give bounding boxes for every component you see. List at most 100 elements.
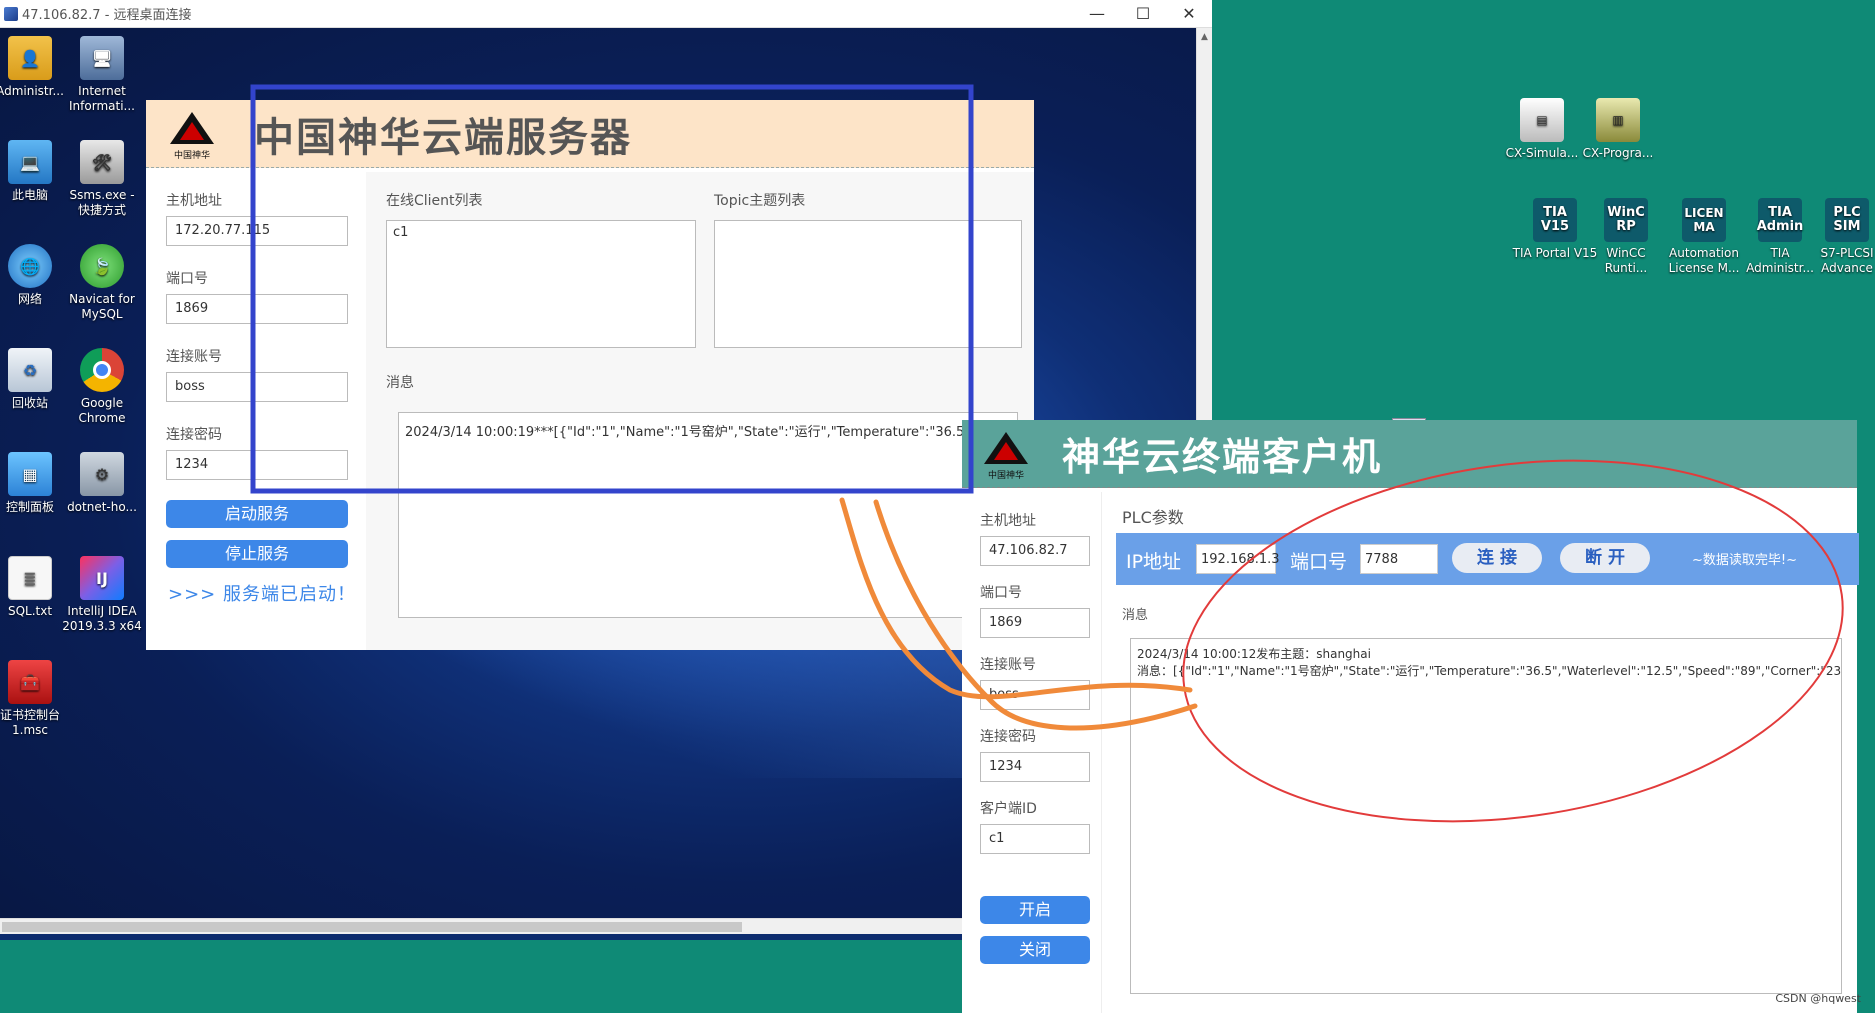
desktop-icon-tia-admin[interactable]: TIA Admin TIA Administr... xyxy=(1738,198,1822,276)
wincc-icon: WinC RP xyxy=(1604,198,1648,242)
cx-simulator-icon: ▤ xyxy=(1520,98,1564,142)
license-manager-icon: LICEN MA xyxy=(1682,198,1726,242)
client-port-label: 端口号 xyxy=(980,585,1022,601)
topics-list[interactable] xyxy=(714,220,1022,348)
client-message-line: 2024/3/14 10:00:12发布主题：shanghai xyxy=(1137,647,1371,661)
close-client-button[interactable]: 关闭 xyxy=(980,936,1090,964)
maximize-button[interactable]: ☐ xyxy=(1120,0,1166,28)
server-header: 中国神华 中国神华云端服务器 xyxy=(146,100,1034,168)
client-account-label: 连接账号 xyxy=(980,657,1036,673)
port-label: 端口号 xyxy=(166,271,208,287)
start-service-button[interactable]: 启动服务 xyxy=(166,500,348,528)
intellij-icon: IJ xyxy=(80,556,124,600)
desktop-icon-iis[interactable]: 🖥 Internet Informati... xyxy=(62,36,142,114)
cx-programmer-icon: ▥ xyxy=(1596,98,1640,142)
recycle-bin-icon: ♻ xyxy=(8,348,52,392)
client-password-label: 连接密码 xyxy=(980,729,1036,745)
desktop-icon-license-manager[interactable]: LICEN MA Automation License M... xyxy=(1660,198,1748,276)
watermark: CSDN @hqwest xyxy=(1775,992,1861,1005)
plc-ip-input[interactable]: 192.168.1.3 xyxy=(1196,544,1280,574)
topics-list-label: Topic主题列表 xyxy=(714,193,806,209)
desktop-icon-control-panel[interactable]: ▦ 控制面板 xyxy=(0,452,70,515)
client-message-line: 消息：[{"Id":"1","Name":"1号窑炉","State":"运行"… xyxy=(1137,664,1842,678)
close-button[interactable]: ✕ xyxy=(1166,0,1212,28)
control-panel-icon: ▦ xyxy=(8,452,52,496)
iis-manager-icon: 🖥 xyxy=(80,36,124,80)
client-host-label: 主机地址 xyxy=(980,513,1036,529)
client-host-input[interactable]: 47.106.82.7 xyxy=(980,536,1090,566)
shenhua-logo-icon: 中国神华 xyxy=(166,108,218,161)
plc-port-input[interactable]: 7788 xyxy=(1360,544,1438,574)
host-input[interactable]: 172.20.77.115 xyxy=(166,216,348,246)
server-message-line: 2024/3/14 10:00:19***[{"Id":"1","Name":"… xyxy=(405,425,1018,440)
ip-label: IP地址 xyxy=(1126,551,1182,573)
desktop-icon-dotnet[interactable]: ⚙ dotnet-ho... xyxy=(62,452,142,515)
tia-admin-icon: TIA Admin xyxy=(1757,198,1803,242)
server-data-panel: 在线Client列表 c1 Topic主题列表 消息 2024/3/14 10:… xyxy=(366,172,1034,650)
client-messages-box[interactable]: 2024/3/14 10:00:12发布主题：shanghai 消息：[{"Id… xyxy=(1130,638,1842,994)
client-title: 神华云终端客户机 xyxy=(1062,435,1383,479)
desktop-icon-plcsim[interactable]: PLC SIM S7-PLCSI Advance xyxy=(1812,198,1875,276)
client-id-label: 客户端ID xyxy=(980,801,1037,817)
plc-connect-button[interactable]: 连 接 xyxy=(1452,543,1542,573)
server-messages-label: 消息 xyxy=(386,375,414,391)
shenhua-logo-icon: 中国神华 xyxy=(980,428,1032,481)
desktop-icon-administrator[interactable]: 👤 Administr... xyxy=(0,36,70,99)
port-input[interactable]: 1869 xyxy=(166,294,348,324)
server-settings-panel: 主机地址 172.20.77.115 端口号 1869 连接账号 boss 连接… xyxy=(146,172,348,650)
computer-icon: 💻 xyxy=(8,140,52,184)
client-messages-label: 消息 xyxy=(1122,608,1149,623)
clients-list[interactable]: c1 xyxy=(386,220,696,348)
open-button[interactable]: 开启 xyxy=(980,896,1090,924)
client-password-input[interactable]: 1234 xyxy=(980,752,1090,782)
client-port-input[interactable]: 1869 xyxy=(980,608,1090,638)
plc-port-label: 端口号 xyxy=(1290,551,1348,573)
plc-disconnect-button[interactable]: 断 开 xyxy=(1560,543,1650,573)
password-label: 连接密码 xyxy=(166,427,222,443)
server-status-text: >>> 服务端已启动！ xyxy=(168,584,356,605)
desktop-icon-ssms[interactable]: 🛠 Ssms.exe - 快捷方式 xyxy=(62,140,142,218)
desktop-icon-wincc[interactable]: WinC RP WinCC Runti... xyxy=(1586,198,1666,276)
desktop-icon-network[interactable]: 🌐 网络 xyxy=(0,244,70,307)
desktop-icon-chrome[interactable]: Google Chrome xyxy=(62,348,142,426)
plcsim-icon: PLC SIM xyxy=(1825,198,1869,242)
read-status-text: ~数据读取完毕!~ xyxy=(1692,553,1797,568)
desktop-icon-sql-txt[interactable]: ≣ SQL.txt xyxy=(0,556,70,619)
minimize-button[interactable]: — xyxy=(1074,0,1120,28)
desktop-icon-navicat[interactable]: 🍃 Navicat for MySQL xyxy=(62,244,142,322)
desktop-icon-cx-programmer[interactable]: ▥ CX-Progra... xyxy=(1578,98,1658,161)
tia-portal-icon: TIA V15 xyxy=(1533,198,1577,242)
plc-params-label: PLC参数 xyxy=(1122,508,1184,527)
list-item[interactable]: c1 xyxy=(393,225,689,240)
user-folder-icon: 👤 xyxy=(8,36,52,80)
client-account-input[interactable]: boss xyxy=(980,680,1090,710)
plc-params-bar: IP地址 192.168.1.3 端口号 7788 连 接 断 开 ~数据读取完… xyxy=(1116,533,1859,585)
navicat-icon: 🍃 xyxy=(80,244,124,288)
desktop-icon-cx-simulator[interactable]: ▤ CX-Simula... xyxy=(1502,98,1582,161)
client-header: 中国神华 神华云终端客户机 xyxy=(962,420,1857,488)
password-input[interactable]: 1234 xyxy=(166,450,348,480)
rdp-window-title: 47.106.82.7 - 远程桌面连接 xyxy=(22,8,192,23)
scroll-thumb[interactable] xyxy=(2,922,742,932)
rdp-app-icon xyxy=(4,6,18,21)
desktop-icon-this-pc[interactable]: 💻 此电脑 xyxy=(0,140,70,203)
account-label: 连接账号 xyxy=(166,349,222,365)
account-input[interactable]: boss xyxy=(166,372,348,402)
chrome-icon xyxy=(80,348,124,392)
dotnet-icon: ⚙ xyxy=(80,452,124,496)
desktop-icon-intellij[interactable]: IJ IntelliJ IDEA 2019.3.3 x64 xyxy=(62,556,142,634)
server-window: 中国神华 中国神华云端服务器 主机地址 172.20.77.115 端口号 18… xyxy=(146,100,1034,650)
rdp-titlebar: 47.106.82.7 - 远程桌面连接 — ☐ ✕ xyxy=(0,0,1212,28)
server-messages-box[interactable]: 2024/3/14 10:00:19***[{"Id":"1","Name":"… xyxy=(398,412,1018,618)
clients-list-label: 在线Client列表 xyxy=(386,193,483,209)
desktop-icon-recycle-bin[interactable]: ♻ 回收站 xyxy=(0,348,70,411)
toolbox-icon: 🧰 xyxy=(8,660,52,704)
text-file-icon: ≣ xyxy=(8,556,52,600)
stop-service-button[interactable]: 停止服务 xyxy=(166,540,348,568)
host-label: 主机地址 xyxy=(166,193,222,209)
server-title: 中国神华云端服务器 xyxy=(254,114,632,161)
client-settings-panel: 主机地址 47.106.82.7 端口号 1869 连接账号 boss 连接密码… xyxy=(962,492,1102,1013)
client-id-input[interactable]: c1 xyxy=(980,824,1090,854)
network-icon: 🌐 xyxy=(8,244,52,288)
desktop-icon-cert-console[interactable]: 🧰 证书控制台1.msc xyxy=(0,660,70,738)
